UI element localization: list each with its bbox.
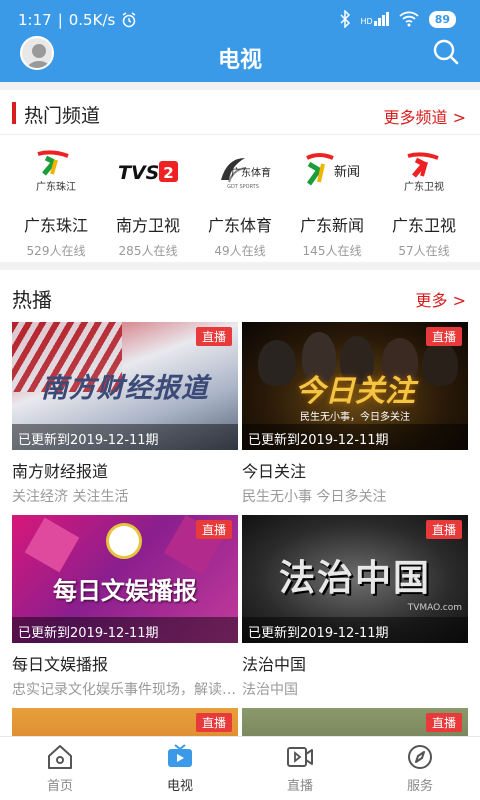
channel-name: 南方卫视 xyxy=(115,216,180,235)
hot-programs-section: 热播 更多 > 南方财经报道 直播 已更新到2019-12-11期 南方财经报道… xyxy=(0,270,480,740)
live-icon xyxy=(287,747,313,767)
program-title: 今日关注 xyxy=(242,462,307,481)
program-card[interactable]: 法治中国 TVMAO.com 直播 已更新到2019-12-11期 法治中国 法… xyxy=(242,515,468,699)
gd-sports-logo-icon: 广东体育 GDT SPORTS xyxy=(221,158,271,190)
online-count: 529人在线 xyxy=(26,244,86,258)
online-count: 285人在线 xyxy=(118,244,178,258)
top-nav-bar: 电视 xyxy=(0,36,480,82)
section-title: 热播 xyxy=(12,288,52,312)
program-card[interactable]: 今日关注 民生无小事，今日多关注 直播 已更新到2019-12-11期 今日关注… xyxy=(242,322,468,506)
program-subtitle: 忠实记录文化娱乐事件现场，解读… xyxy=(12,682,236,698)
live-badge: 直播 xyxy=(425,713,462,732)
program-title: 每日文娱播报 xyxy=(12,655,109,674)
online-count: 49人在线 xyxy=(214,244,266,258)
tab-label: 电视 xyxy=(166,779,193,794)
online-count: 57人在线 xyxy=(398,244,450,258)
bluetooth-icon xyxy=(339,10,350,28)
svg-text:新闻: 新闻 xyxy=(334,164,360,180)
update-label: 已更新到2019-12-11期 xyxy=(12,424,238,450)
channel-logo: 广东体育 GDT SPORTS xyxy=(205,150,275,194)
live-badge: 直播 xyxy=(195,520,232,539)
live-badge: 直播 xyxy=(195,713,232,732)
channel-item[interactable]: 广东卫视 广东卫视 57人在线 xyxy=(378,150,470,260)
svg-text:广东卫视: 广东卫视 xyxy=(404,180,444,193)
tab-tv[interactable]: 电视 xyxy=(120,737,240,800)
program-subtitle: 法治中国 xyxy=(242,682,298,698)
wifi-icon xyxy=(399,11,419,27)
program-title: 南方财经报道 xyxy=(12,462,109,481)
svg-text:广东珠江: 广东珠江 xyxy=(36,180,76,193)
program-thumbnail: 法治中国 TVMAO.com 直播 已更新到2019-12-11期 xyxy=(242,515,468,643)
live-badge: 直播 xyxy=(425,520,462,539)
program-card[interactable]: 每日文娱播报 直播 已更新到2019-12-11期 每日文娱播报 忠实记录文化娱… xyxy=(12,515,238,699)
channel-name: 广东新闻 xyxy=(299,216,364,235)
tv-icon xyxy=(168,744,192,767)
program-title: 法治中国 xyxy=(242,655,307,674)
program-thumbnail: 今日关注 民生无小事，今日多关注 直播 已更新到2019-12-11期 xyxy=(242,322,468,450)
section-header: 热门频道 更多频道 > xyxy=(0,90,480,134)
update-label: 已更新到2019-12-11期 xyxy=(242,424,468,450)
program-thumbnail: 每日文娱播报 直播 已更新到2019-12-11期 xyxy=(12,515,238,643)
section-accent-bar xyxy=(12,102,16,124)
divider xyxy=(0,134,480,135)
live-badge: 直播 xyxy=(425,327,462,346)
tab-live[interactable]: 直播 xyxy=(240,737,360,800)
channel-item[interactable]: 新闻 广东新闻 145人在线 xyxy=(286,150,378,260)
status-speed: 0.5K/s xyxy=(68,11,116,29)
page-title: 电视 xyxy=(217,48,262,73)
channel-name: 广东体育 xyxy=(207,216,272,235)
svg-text:TVS: TVS xyxy=(118,162,159,184)
status-time: 1:17 xyxy=(18,11,52,29)
channel-name: 广东珠江 xyxy=(23,216,88,235)
channel-item[interactable]: 广东珠江 广东珠江 529人在线 xyxy=(10,150,102,260)
tab-home[interactable]: 首页 xyxy=(0,737,120,800)
channel-list: 广东珠江 广东珠江 529人在线 TVS 2 南方卫视 285人在线 广东体育 … xyxy=(0,150,480,260)
tab-service[interactable]: 服务 xyxy=(360,737,480,800)
alarm-icon xyxy=(122,12,136,28)
search-icon[interactable] xyxy=(432,38,460,66)
signal-icon: HD xyxy=(361,12,389,26)
more-programs-link[interactable]: 更多 > xyxy=(416,287,467,311)
channel-item[interactable]: 广东体育 GDT SPORTS 广东体育 49人在线 xyxy=(194,150,286,260)
svg-text:2: 2 xyxy=(163,164,173,182)
channel-name: 广东卫视 xyxy=(391,216,456,235)
section-title: 热门频道 xyxy=(24,105,101,127)
gd-news-logo-icon: 新闻 xyxy=(306,153,360,186)
program-subtitle: 民生无小事 今日多关注 xyxy=(242,489,387,505)
tab-label: 服务 xyxy=(406,779,433,794)
svg-text:GDT SPORTS: GDT SPORTS xyxy=(227,184,259,190)
tvs2-logo-icon: TVS 2 xyxy=(118,161,178,184)
tab-label: 首页 xyxy=(46,779,73,794)
program-subtitle: 关注经济 关注生活 xyxy=(12,489,129,505)
more-channels-link[interactable]: 更多频道 > xyxy=(384,104,467,128)
gd-satellite-logo-icon: 广东卫视 xyxy=(404,152,444,193)
channel-logo: 新闻 xyxy=(297,150,367,194)
channel-logo: 广东卫视 xyxy=(389,150,459,194)
tab-label: 直播 xyxy=(286,779,313,794)
channel-item[interactable]: TVS 2 南方卫视 285人在线 xyxy=(102,150,194,260)
online-count: 145人在线 xyxy=(302,244,362,258)
gd-zhujiang-logo-icon: 广东珠江 xyxy=(36,150,76,193)
compass-icon xyxy=(408,745,432,769)
live-badge: 直播 xyxy=(195,327,232,346)
status-bar: 1:17 | 0.5K/s HD 89 xyxy=(0,0,480,40)
program-card[interactable]: 南方财经报道 直播 已更新到2019-12-11期 南方财经报道 关注经济 关注… xyxy=(12,322,238,506)
channel-logo: TVS 2 xyxy=(113,150,183,194)
home-icon xyxy=(48,745,72,769)
svg-text:广东体育: 广东体育 xyxy=(231,166,271,179)
update-label: 已更新到2019-12-11期 xyxy=(12,617,238,643)
bottom-tab-bar: 首页 电视 直播 服务 xyxy=(0,736,480,800)
channel-logo: 广东珠江 xyxy=(21,150,91,194)
program-thumbnail: 南方财经报道 直播 已更新到2019-12-11期 xyxy=(12,322,238,450)
battery-indicator: 89 xyxy=(428,10,456,28)
update-label: 已更新到2019-12-11期 xyxy=(242,617,468,643)
hot-channels-section: 热门频道 更多频道 > 广东珠江 广东珠江 529人在线 TVS 2 南方卫视 … xyxy=(0,90,480,262)
